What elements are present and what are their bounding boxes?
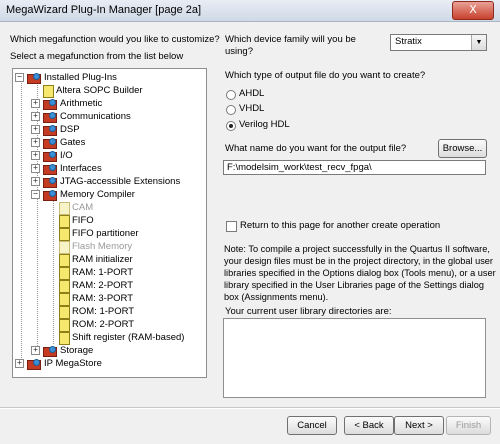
tree-item-label: Shift register (RAM-based) xyxy=(72,332,185,343)
chevron-down-icon[interactable]: ▼ xyxy=(471,35,486,50)
note-line: your design files must be in the project… xyxy=(224,256,493,266)
document-icon xyxy=(59,280,70,293)
device-family-select[interactable]: Stratix ▼ xyxy=(390,34,487,51)
plugin-folder-icon xyxy=(43,190,57,201)
library-dirs-label: Your current user library directories ar… xyxy=(225,306,392,317)
radio-ahdl-label[interactable]: AHDL xyxy=(239,88,264,99)
tree-item-label: Gates xyxy=(60,137,86,148)
megafunction-tree[interactable]: − Installed Plug-Ins Altera SOPC Builder… xyxy=(12,68,207,378)
expand-icon[interactable]: + xyxy=(31,112,40,121)
browse-button[interactable]: Browse... xyxy=(438,139,487,158)
radio-verilog-hdl[interactable] xyxy=(226,121,236,131)
return-checkbox[interactable] xyxy=(226,221,237,232)
collapse-icon[interactable]: − xyxy=(31,190,40,199)
tree-guide-level1 xyxy=(37,81,38,350)
plugin-folder-icon xyxy=(43,138,57,149)
button-separator xyxy=(0,407,500,409)
output-type-question: Which type of output file do you want to… xyxy=(225,70,426,81)
expand-icon[interactable]: + xyxy=(31,138,40,147)
radio-vhdl[interactable] xyxy=(226,105,236,115)
document-icon xyxy=(59,254,70,267)
device-family-question-line2: using? xyxy=(225,46,253,57)
return-checkbox-label[interactable]: Return to this page for another create o… xyxy=(240,220,440,231)
expand-icon[interactable]: + xyxy=(31,151,40,160)
expand-icon[interactable]: + xyxy=(15,359,24,368)
document-icon xyxy=(59,293,70,306)
expand-icon[interactable]: + xyxy=(31,125,40,134)
tree-item-label: Flash Memory xyxy=(72,241,133,252)
radio-vhdl-label[interactable]: VHDL xyxy=(239,103,264,114)
plugin-folder-icon xyxy=(27,359,41,370)
close-button[interactable]: X xyxy=(452,1,494,20)
output-name-question: What name do you want for the output fil… xyxy=(225,143,407,154)
tree-item-label: ROM: 2-PORT xyxy=(72,319,135,330)
plugin-folder-icon xyxy=(43,346,57,357)
output-file-field[interactable]: F:\modelsim_work\test_recv_fpga\ xyxy=(223,160,486,175)
tree-item-label: RAM initializer xyxy=(72,254,133,265)
radio-ahdl[interactable] xyxy=(226,90,236,100)
tree-item-label: JTAG-accessible Extensions xyxy=(60,176,181,187)
title-bar[interactable]: MegaWizard Plug-In Manager [page 2a] X xyxy=(0,0,500,22)
tree-item-label: Arithmetic xyxy=(60,98,103,109)
tree-guide-memory xyxy=(53,199,54,344)
plugin-folder-icon xyxy=(43,125,57,136)
expand-icon[interactable]: + xyxy=(31,346,40,355)
note-line: box (Assignments menu). xyxy=(224,292,329,302)
tree-item-label: I/O xyxy=(60,150,73,161)
tree-item-label: RAM: 1-PORT xyxy=(72,267,134,278)
next-button[interactable]: Next > xyxy=(394,416,444,435)
document-icon xyxy=(59,319,70,332)
expand-icon[interactable]: + xyxy=(31,99,40,108)
document-icon xyxy=(59,306,70,319)
note-line: library specified in the User Libraries … xyxy=(224,280,484,290)
tree-item-label: Interfaces xyxy=(60,163,102,174)
plugin-folder-icon xyxy=(43,177,57,188)
plugin-folder-icon xyxy=(43,164,57,175)
tree-item-label: Installed Plug-Ins xyxy=(44,72,117,83)
tree-item-label: DSP xyxy=(60,124,80,135)
tree-item-label: RAM: 3-PORT xyxy=(72,293,134,304)
plugin-folder-icon xyxy=(43,151,57,162)
plugin-folder-icon xyxy=(43,112,57,123)
document-icon xyxy=(59,215,70,228)
expand-icon[interactable]: + xyxy=(31,164,40,173)
device-family-question-line1: Which device family will you be xyxy=(225,34,356,45)
tree-item-label: Communications xyxy=(60,111,131,122)
device-family-value: Stratix xyxy=(395,36,422,47)
document-icon xyxy=(59,228,70,241)
finish-button[interactable]: Finish xyxy=(446,416,491,435)
tree-item-label: IP MegaStore xyxy=(44,358,102,369)
tree-item-label: FIFO partitioner xyxy=(72,228,139,239)
tree-item-label: ROM: 1-PORT xyxy=(72,306,135,317)
window-title: MegaWizard Plug-In Manager [page 2a] xyxy=(6,4,202,16)
tree-item-label: Altera SOPC Builder xyxy=(56,85,143,96)
tree-item-label: FIFO xyxy=(72,215,94,226)
megafunction-instruction: Select a megafunction from the list belo… xyxy=(10,51,184,62)
tree-item-label: Memory Compiler xyxy=(60,189,135,200)
compile-note: Note: To compile a project successfully … xyxy=(224,243,496,303)
note-line: Note: To compile a project successfully … xyxy=(224,244,490,254)
expand-icon[interactable]: + xyxy=(31,177,40,186)
document-icon xyxy=(43,85,54,98)
plugin-folder-icon xyxy=(43,99,57,110)
megafunction-question: Which megafunction would you like to cus… xyxy=(10,34,220,45)
tree-item-label: Storage xyxy=(60,345,94,356)
library-dirs-list[interactable] xyxy=(223,318,486,398)
collapse-icon[interactable]: − xyxy=(15,73,24,82)
note-line: libraries specified in the Options dialo… xyxy=(224,268,496,278)
document-icon xyxy=(59,241,70,254)
plugin-folder-icon xyxy=(27,73,41,84)
document-icon xyxy=(59,202,70,215)
back-button[interactable]: < Back xyxy=(344,416,394,435)
tree-item-label: CAM xyxy=(72,202,94,213)
megawizard-dialog: MegaWizard Plug-In Manager [page 2a] X W… xyxy=(0,0,500,444)
cancel-button[interactable]: Cancel xyxy=(287,416,337,435)
document-icon xyxy=(59,267,70,280)
tree-item-label: RAM: 2-PORT xyxy=(72,280,134,291)
tree-guide-root xyxy=(21,79,22,360)
radio-verilog-hdl-label[interactable]: Verilog HDL xyxy=(239,119,290,130)
